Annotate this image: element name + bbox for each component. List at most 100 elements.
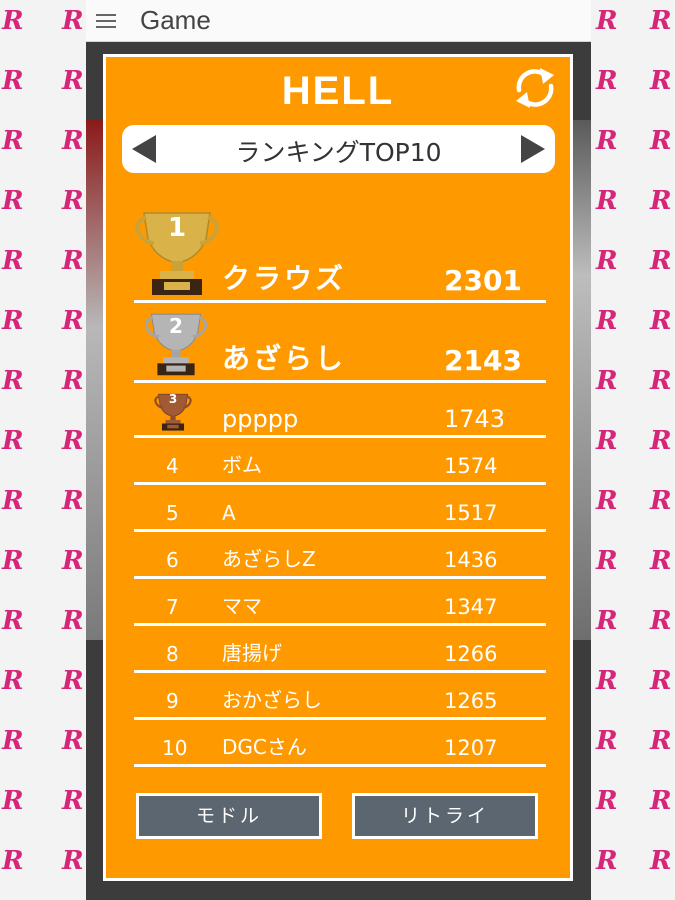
pattern-mark: R xyxy=(62,246,84,276)
player-score: 1436 xyxy=(444,548,498,572)
rank-number: 5 xyxy=(166,501,179,525)
pattern-mark: R xyxy=(596,486,618,516)
pattern-mark: R xyxy=(650,786,672,816)
pattern-mark: R xyxy=(650,66,672,96)
pattern-mark: R xyxy=(62,366,84,396)
pattern-mark: R xyxy=(62,6,84,36)
pattern-mark: R xyxy=(2,426,24,456)
pattern-mark: R xyxy=(596,306,618,336)
rank-number: 8 xyxy=(166,642,179,666)
pattern-mark: R xyxy=(650,306,672,336)
player-name: A xyxy=(222,501,236,525)
pattern-mark: R xyxy=(596,126,618,156)
player-score: 1347 xyxy=(444,595,498,619)
ranking-label: ランキングTOP10 xyxy=(235,138,442,167)
ranking-row: 5 A 1517 xyxy=(134,484,546,532)
gold-trophy-icon: 1 xyxy=(134,209,220,297)
pattern-mark: R xyxy=(62,606,84,636)
pattern-mark: R xyxy=(2,846,24,876)
pattern-mark: R xyxy=(62,846,84,876)
retry-button[interactable]: リトライ xyxy=(352,793,538,839)
pattern-mark: R xyxy=(596,546,618,576)
pattern-mark: R xyxy=(2,126,24,156)
pattern-mark: R xyxy=(2,186,24,216)
silver-trophy-icon: 2 xyxy=(144,311,208,377)
rank-number: 2 xyxy=(169,314,183,338)
rank-number: 7 xyxy=(166,595,179,619)
pattern-mark: R xyxy=(650,666,672,696)
pattern-mark: R xyxy=(596,606,618,636)
ranking-row: 7 ママ 1347 xyxy=(134,578,546,626)
ranking-row: 4 ボム 1574 xyxy=(134,437,546,485)
ranking-row: 3 ppppp 1743 xyxy=(134,382,546,438)
next-arrow-icon[interactable] xyxy=(521,135,545,163)
ranking-panel: HELL ランキングTOP10 1 クラウズ 2301 2 あざらし 2143 … xyxy=(103,54,573,881)
ranking-row: 8 唐揚げ 1266 xyxy=(134,625,546,673)
game-screen: Game HELL ランキングTOP10 1 クラウズ 2301 2 あざらし … xyxy=(86,0,591,900)
ranking-row: 2 あざらし 2143 xyxy=(134,302,546,383)
pattern-mark: R xyxy=(650,366,672,396)
player-name: ママ xyxy=(222,594,262,618)
rank-number: 9 xyxy=(166,689,179,713)
player-name: あざらしZ xyxy=(222,547,316,571)
pattern-mark: R xyxy=(650,6,672,36)
pattern-mark: R xyxy=(596,786,618,816)
pattern-mark: R xyxy=(62,426,84,456)
back-button[interactable]: モドル xyxy=(136,793,322,839)
player-score: 2143 xyxy=(444,344,522,377)
pattern-mark: R xyxy=(596,186,618,216)
player-name: ボム xyxy=(222,453,262,477)
pattern-mark: R xyxy=(2,546,24,576)
pattern-mark: R xyxy=(650,726,672,756)
pattern-mark: R xyxy=(596,426,618,456)
app-bar: Game xyxy=(86,0,591,42)
player-score: 1517 xyxy=(444,501,498,525)
pattern-mark: R xyxy=(596,6,618,36)
player-score: 1574 xyxy=(444,454,498,478)
player-score: 1265 xyxy=(444,689,498,713)
pattern-mark: R xyxy=(650,546,672,576)
pattern-mark: R xyxy=(596,66,618,96)
pattern-mark: R xyxy=(2,6,24,36)
pattern-mark: R xyxy=(2,666,24,696)
player-name: ppppp xyxy=(222,405,299,433)
pattern-mark: R xyxy=(650,606,672,636)
pattern-mark: R xyxy=(62,306,84,336)
pattern-mark: R xyxy=(2,786,24,816)
player-name: 唐揚げ xyxy=(222,641,282,665)
refresh-icon[interactable] xyxy=(510,63,560,113)
ranking-selector: ランキングTOP10 xyxy=(122,125,555,173)
player-name: おかざらし xyxy=(222,688,322,712)
pattern-mark: R xyxy=(2,246,24,276)
pattern-mark: R xyxy=(596,366,618,396)
pattern-mark: R xyxy=(62,546,84,576)
player-score: 1266 xyxy=(444,642,498,666)
pattern-mark: R xyxy=(62,486,84,516)
bronze-trophy-icon: 3 xyxy=(154,392,192,432)
rank-number: 1 xyxy=(167,213,187,243)
app-title: Game xyxy=(140,5,211,35)
pattern-mark: R xyxy=(2,606,24,636)
pattern-mark: R xyxy=(2,486,24,516)
player-name: DGCさん xyxy=(222,735,307,759)
pattern-mark: R xyxy=(2,306,24,336)
player-score: 2301 xyxy=(444,264,522,297)
difficulty-title: HELL xyxy=(281,69,395,113)
pattern-mark: R xyxy=(650,426,672,456)
pattern-mark: R xyxy=(650,186,672,216)
rank-number: 10 xyxy=(162,736,188,760)
rank-number: 3 xyxy=(168,392,178,406)
pattern-mark: R xyxy=(2,66,24,96)
pattern-mark: R xyxy=(650,126,672,156)
hamburger-menu-icon[interactable] xyxy=(96,13,116,28)
pattern-mark: R xyxy=(596,846,618,876)
ranking-row: 10 DGCさん 1207 xyxy=(134,719,546,767)
player-score: 1743 xyxy=(444,405,506,433)
pattern-mark: R xyxy=(62,66,84,96)
player-name: あざらし xyxy=(222,342,347,375)
ranking-row: 9 おかざらし 1265 xyxy=(134,672,546,720)
pattern-mark: R xyxy=(2,726,24,756)
pattern-mark: R xyxy=(62,786,84,816)
rank-number: 6 xyxy=(166,548,179,572)
ranking-row: 6 あざらしZ 1436 xyxy=(134,531,546,579)
